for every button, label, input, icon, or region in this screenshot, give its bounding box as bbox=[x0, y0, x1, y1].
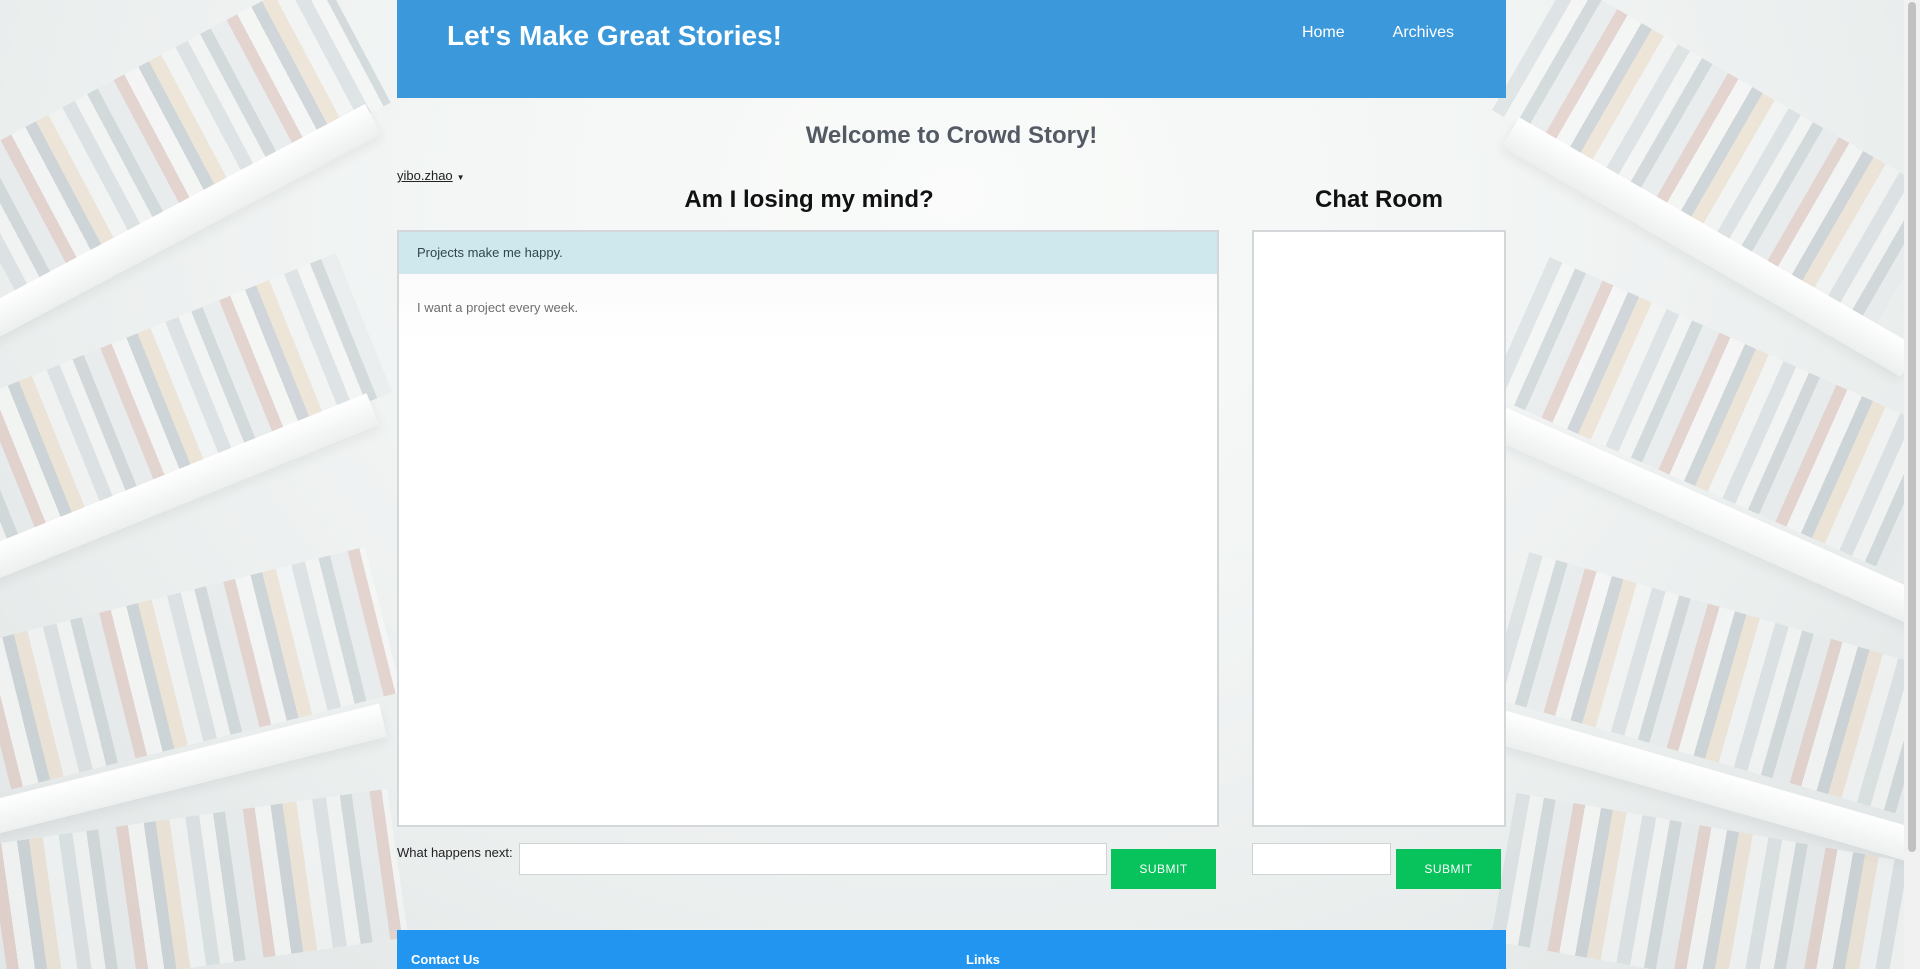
story-line: I want a project every week. bbox=[399, 274, 1217, 344]
story-title: Am I losing my mind? bbox=[684, 186, 934, 213]
nav-archives-link[interactable]: Archives bbox=[1393, 24, 1454, 42]
chat-messages-panel bbox=[1252, 230, 1506, 827]
story-line: Projects make me happy. bbox=[399, 232, 1217, 274]
nav-home-link[interactable]: Home bbox=[1302, 24, 1345, 42]
welcome-heading: Welcome to Crowd Story! bbox=[805, 122, 1098, 149]
footer-links-heading: Links bbox=[966, 952, 1000, 967]
site-title: Let's Make Great Stories! bbox=[447, 20, 783, 51]
main-nav: Home Archives bbox=[1302, 24, 1454, 42]
username: yibo.zhao bbox=[397, 168, 453, 183]
next-sentence-input[interactable] bbox=[519, 843, 1107, 875]
story-content-panel: Projects make me happy. I want a project… bbox=[397, 230, 1219, 827]
story-submit-button[interactable]: SUBMIT bbox=[1111, 849, 1216, 889]
user-menu-dropdown[interactable]: yibo.zhao ▼ bbox=[397, 168, 465, 183]
site-header: Let's Make Great Stories! Home Archives bbox=[397, 0, 1506, 98]
caret-down-icon: ▼ bbox=[456, 173, 465, 182]
chat-room-title: Chat Room bbox=[1315, 186, 1443, 213]
scrollbar-thumb[interactable] bbox=[1908, 2, 1916, 852]
main-container: Let's Make Great Stories! Home Archives … bbox=[397, 0, 1506, 969]
footer-contact-heading: Contact Us bbox=[411, 952, 480, 967]
chat-message-input[interactable] bbox=[1252, 843, 1391, 875]
chat-submit-button[interactable]: SUBMIT bbox=[1396, 849, 1501, 889]
next-sentence-label: What happens next: bbox=[397, 845, 513, 860]
page-scrollbar[interactable] bbox=[1904, 0, 1920, 969]
site-footer: Contact Us Links bbox=[397, 930, 1506, 969]
